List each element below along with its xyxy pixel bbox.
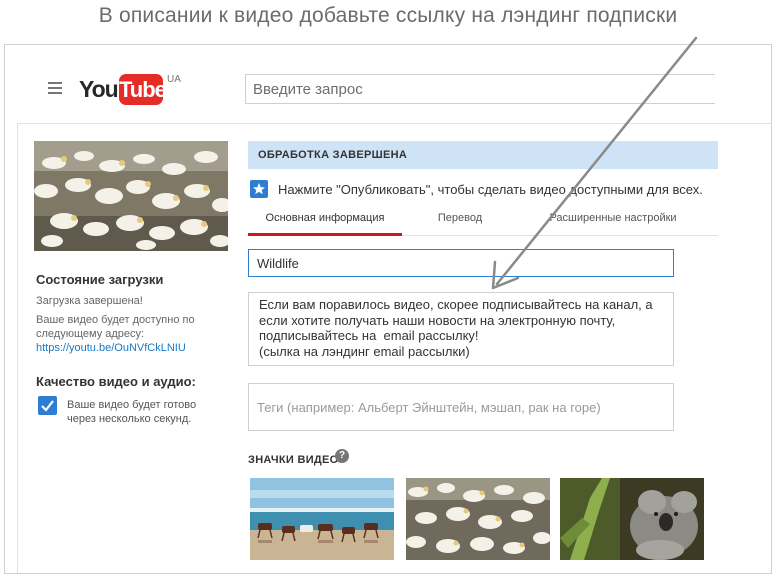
- quality-status-text: Ваше видео будет готово через несколько …: [67, 399, 197, 425]
- processing-complete-banner: ОБРАБОТКА ЗАВЕРШЕНА: [248, 141, 718, 169]
- video-link[interactable]: https://youtu.be/OuNVfCkLNIU: [36, 342, 186, 354]
- video-available-text: Ваше видео будет доступно по следующему …: [36, 314, 195, 340]
- logo-you-text: You: [79, 76, 119, 102]
- logo-region-label: UA: [167, 74, 181, 85]
- star-icon: [250, 180, 268, 198]
- thumbnail-option[interactable]: [250, 478, 394, 560]
- video-description-textarea[interactable]: Если вам поравилось видео, скорее подпис…: [248, 292, 674, 366]
- upload-panel: Состояние загрузки Загрузка завершена! В…: [17, 123, 771, 573]
- info-tabs: Основная информация Перевод Расширенные …: [248, 202, 718, 236]
- quality-checkbox[interactable]: [38, 396, 57, 415]
- screenshot-stage: В описании к видео добавьте ссылку на лэ…: [0, 0, 776, 576]
- logo-tube-text: Tube: [119, 74, 167, 105]
- video-thumbnails-title: ЗНАЧКИ ВИДЕО: [248, 454, 339, 466]
- thumbnail-option[interactable]: [406, 478, 550, 560]
- uploaded-video-thumbnail: [34, 141, 228, 251]
- publish-note: Нажмите "Опубликовать", чтобы сделать ви…: [278, 182, 703, 197]
- tab-translation[interactable]: Перевод: [418, 202, 502, 236]
- checkmark-icon: [41, 400, 54, 412]
- annotation-caption: В описании к видео добавьте ссылку на лэ…: [98, 4, 678, 27]
- video-title-input[interactable]: [248, 249, 674, 277]
- menu-icon[interactable]: [48, 82, 62, 94]
- youtube-upload-window: You Tube UA Введите запрос Состояние заг…: [4, 44, 772, 574]
- quality-title: Качество видео и аудио:: [36, 374, 196, 389]
- video-tags-input[interactable]: [248, 383, 674, 431]
- upload-status-text: Загрузка завершена!: [36, 295, 143, 307]
- tab-advanced-settings[interactable]: Расширенные настройки: [518, 202, 708, 236]
- tab-basic-info[interactable]: Основная информация: [248, 202, 402, 236]
- thumbnail-option[interactable]: [560, 478, 704, 560]
- help-icon[interactable]: ?: [335, 449, 349, 463]
- search-input[interactable]: [245, 74, 715, 104]
- upload-status-title: Состояние загрузки: [36, 272, 164, 287]
- masthead: You Tube UA: [5, 45, 771, 123]
